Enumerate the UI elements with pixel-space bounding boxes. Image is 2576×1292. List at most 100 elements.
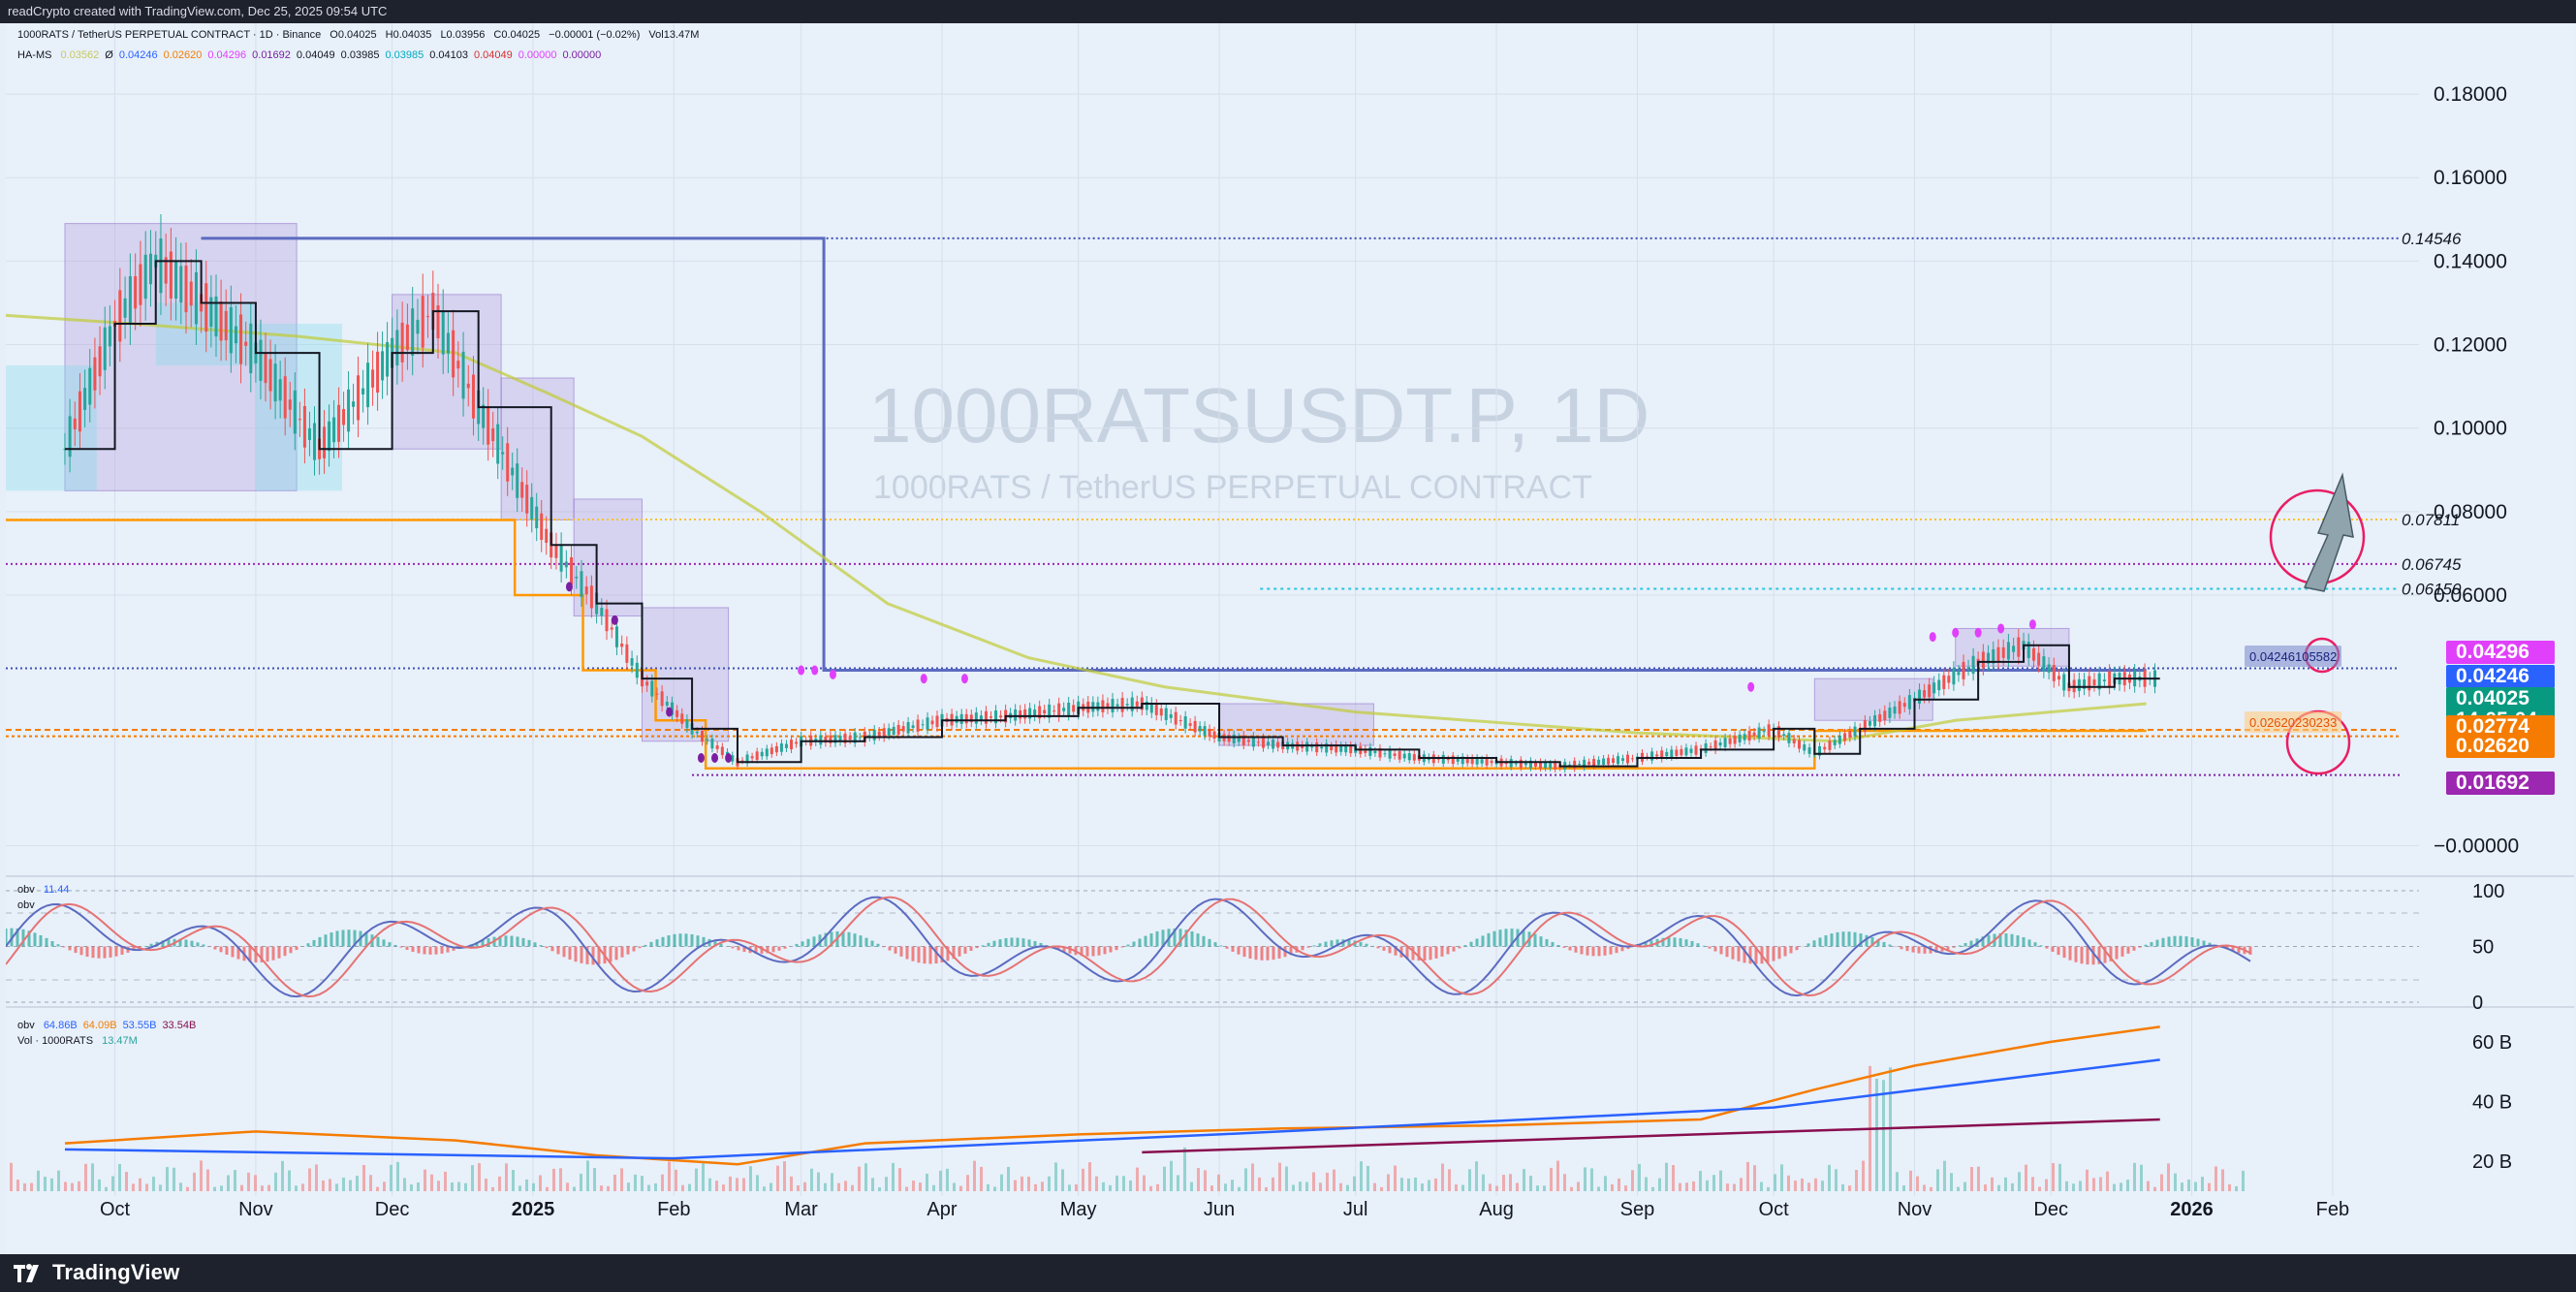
volume-bar: [437, 1181, 440, 1191]
obv-histogram-bar: [50, 941, 54, 947]
volume-bar: [2187, 1179, 2190, 1191]
candle-body: [1833, 740, 1837, 745]
candle-body: [352, 401, 356, 407]
candle-body: [520, 482, 524, 498]
obv-histogram-bar: [1673, 937, 1677, 947]
candle-body: [1203, 726, 1207, 736]
volume-bar: [2058, 1163, 2061, 1191]
candle-body: [695, 731, 699, 734]
obv-histogram-bar: [184, 939, 188, 947]
creator-text: readCrypto created with TradingView.com,…: [8, 4, 388, 18]
candle-body: [1023, 709, 1027, 719]
volume-bar: [715, 1181, 718, 1191]
obv-histogram-bar: [1836, 931, 1839, 947]
obv-histogram-bar: [1708, 946, 1712, 949]
obv-histogram-bar: [376, 936, 380, 947]
candle-body: [2052, 665, 2056, 681]
candle-body: [1947, 676, 1951, 683]
candle-body: [506, 443, 510, 482]
candle-body: [1115, 704, 1119, 707]
obv-histogram-bar: [1132, 941, 1136, 947]
candle-body: [680, 713, 684, 724]
ohlc-close: C0.04025: [493, 29, 541, 41]
candle-body: [1650, 751, 1654, 761]
obv-histogram-bar: [1917, 946, 1921, 954]
obv-histogram-bar: [1847, 931, 1851, 947]
candle-body: [103, 327, 107, 370]
candle-body: [511, 467, 515, 476]
obv-histogram-bar: [1562, 946, 1566, 948]
volume-bar: [1489, 1183, 1492, 1191]
vol-axis-label: 60 B: [2472, 1032, 2512, 1054]
tradingview-wordmark: TradingView: [52, 1260, 180, 1284]
volume-bar: [1102, 1182, 1105, 1191]
obv-histogram-bar: [1463, 945, 1467, 947]
date-axis-label: Apr: [927, 1199, 957, 1220]
volume-bar: [1054, 1162, 1057, 1191]
candle-body: [1757, 727, 1761, 739]
obv-histogram-bar: [1580, 946, 1584, 955]
volume-bar: [261, 1185, 264, 1191]
candle-body: [366, 362, 370, 408]
obv-histogram-bar: [1103, 946, 1107, 955]
obv-histogram-bar: [1272, 946, 1275, 961]
candle-body: [1607, 757, 1611, 765]
date-axis-label: 2026: [2170, 1199, 2214, 1220]
price-axis-label: −0.00000: [2434, 835, 2519, 857]
obv-histogram-bar: [696, 935, 700, 947]
candle-body: [1752, 732, 1756, 737]
volume-bar: [695, 1168, 698, 1191]
volume-bar: [1970, 1167, 1973, 1191]
volume-bar: [1210, 1185, 1213, 1191]
tradingview-logo[interactable]: TradingView: [12, 1260, 179, 1285]
obv-histogram-bar: [1312, 945, 1316, 947]
candle-body: [559, 544, 563, 572]
obv-histogram-bar: [1155, 930, 1159, 947]
price-axis-label: 0.10000: [2434, 418, 2507, 440]
obv-histogram-bar: [1679, 937, 1682, 947]
candle-body: [1174, 711, 1178, 725]
volume-bar: [1991, 1177, 1994, 1191]
obv-histogram-bar: [1452, 946, 1456, 952]
candle-body: [1125, 704, 1129, 706]
volume-bar: [1984, 1184, 1987, 1191]
volume-bar: [627, 1182, 630, 1191]
volume-bar: [295, 1185, 298, 1191]
volume-bar: [1848, 1185, 1851, 1191]
volume-bar: [2011, 1182, 2014, 1191]
candle-body: [361, 388, 365, 394]
volume-bar: [1143, 1175, 1146, 1191]
candle-body: [580, 571, 583, 597]
volume-bar: [247, 1172, 250, 1191]
volume-bar: [1448, 1169, 1451, 1191]
signal-dot: [711, 753, 719, 763]
volume-bar: [335, 1183, 338, 1191]
candle-body: [323, 426, 327, 458]
chart-frame[interactable]: 1000RATSUSDT.P, 1D 1000RATS / TetherUS P…: [4, 23, 2574, 1254]
volume-bar: [817, 1172, 820, 1191]
chart-canvas[interactable]: 1000RATSUSDT.P, 1D 1000RATS / TetherUS P…: [4, 23, 2574, 1254]
obv-histogram-bar: [1376, 946, 1380, 949]
obv-axis-label: 50: [2472, 937, 2494, 959]
volume-bar: [173, 1167, 175, 1191]
obv-histogram-bar: [1487, 932, 1491, 947]
volume-bar: [362, 1164, 365, 1191]
candle-body: [342, 408, 346, 425]
candle-body: [1135, 701, 1139, 707]
candle-body: [1198, 726, 1202, 732]
volume-bar: [1930, 1186, 1932, 1191]
candle-body: [1630, 758, 1634, 760]
volume-bar: [1590, 1168, 1593, 1191]
volume-bar: [1556, 1160, 1559, 1191]
date-axis-label: Jul: [1343, 1199, 1368, 1220]
volume-bar: [2004, 1177, 2007, 1191]
obv-histogram-bar: [1591, 946, 1595, 957]
candle-body: [620, 644, 624, 647]
volume-bar: [1828, 1164, 1831, 1191]
volume-bar: [71, 1182, 74, 1191]
candle-body: [755, 751, 759, 761]
obv-histogram-bar: [1213, 942, 1217, 947]
candle-body: [278, 379, 282, 401]
volume-bar: [356, 1176, 359, 1191]
obv-histogram-bar: [1731, 946, 1735, 960]
